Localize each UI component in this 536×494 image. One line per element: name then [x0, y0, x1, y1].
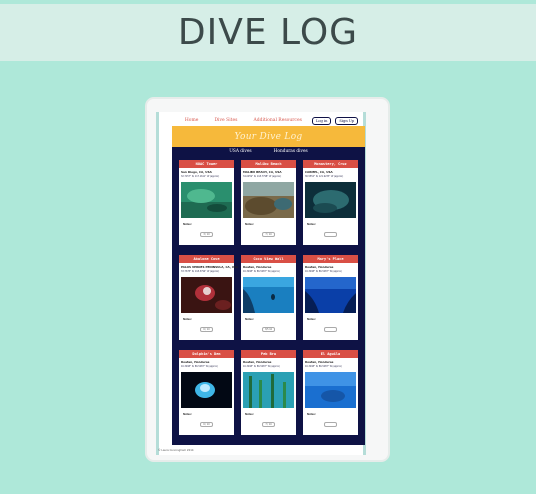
card-header: Abalone Cove — [179, 255, 234, 263]
card-coordinates: 16.3298° N, 86.5287° W (approx) — [243, 365, 280, 368]
card-notes-label: Notes: — [245, 413, 254, 416]
tablet-screen: Home Dive Sites Additional Resources Log… — [156, 112, 366, 455]
card-location: Roatan, Honduras — [305, 360, 334, 364]
card-coordinates: 36.5552° N, 121.9233° W (approx) — [305, 175, 344, 178]
dive-photo — [243, 182, 294, 218]
dive-card[interactable]: Mary's Place Roatan, Honduras 16.3298° N… — [303, 255, 358, 340]
card-rating: 6 / 10 — [200, 422, 213, 427]
card-coordinates: 16.3298° N, 86.5287° W (approx) — [243, 270, 280, 273]
card-coordinates: 34.0259° N, 118.7798° W (approx) — [243, 175, 282, 178]
card-notes-label: Notes: — [245, 318, 254, 321]
card-title: Monastery, Cruz — [314, 162, 347, 166]
card-coordinates: 16.3298° N, 86.5287° W (approx) — [305, 270, 342, 273]
card-title: Abalone Cove — [193, 257, 220, 261]
card-notes-label: Notes: — [183, 223, 192, 226]
card-notes-label: Notes: — [307, 318, 316, 321]
card-header: Monastery, Cruz — [303, 160, 358, 168]
card-title: El Aguila — [320, 352, 341, 356]
card-title: NOAC Tower — [195, 162, 218, 166]
card-notes-label: Notes: — [183, 318, 192, 321]
card-header: NOAC Tower — [179, 160, 234, 168]
card-header: Peb Bra — [241, 350, 296, 358]
page-title: DIVE LOG — [177, 12, 359, 53]
card-notes-label: Notes: — [245, 223, 254, 226]
nav-link-dive-sites[interactable]: Dive Sites — [214, 118, 237, 123]
dive-photo — [305, 277, 356, 313]
card-rating — [324, 232, 337, 237]
dive-photo — [243, 277, 294, 313]
card-title: Coco View Wall — [253, 257, 284, 261]
card-rating: 6 / 10 — [200, 327, 213, 332]
card-rating — [324, 327, 337, 332]
nav-link-additional-resources[interactable]: Additional Resources — [253, 118, 301, 123]
card-location: MALIBU BEACH, CA, USA — [243, 170, 282, 174]
card-header: Malibu Beach — [241, 160, 296, 168]
card-location: Roatan, Honduras — [305, 265, 334, 269]
dive-grid-panel: USA dives Honduras dives NOAC Tower San … — [172, 147, 365, 445]
card-location: Roatan, Honduras — [243, 265, 272, 269]
signup-button[interactable]: Sign Up — [335, 116, 359, 125]
dive-card[interactable]: Monastery, Cruz CARMEL, CA, USA 36.5552°… — [303, 160, 358, 245]
card-header: El Aguila — [303, 350, 358, 358]
banner: Your Dive Log — [172, 126, 365, 147]
card-header: Coco View Wall — [241, 255, 296, 263]
card-coordinates: 16.3298° N, 86.5287° W (approx) — [305, 365, 342, 368]
card-coordinates: 16.3298° N, 86.5287° W (approx) — [181, 365, 218, 368]
card-title: Malibu Beach — [255, 162, 282, 166]
dive-photo — [181, 277, 232, 313]
card-coordinates: 33.7378° N, 118.3794° W (approx) — [181, 270, 220, 273]
dive-card[interactable]: El Aguila Roatan, Honduras 16.3298° N, 8… — [303, 350, 358, 435]
card-title: Peb Bra — [260, 352, 277, 356]
dive-card[interactable]: Malibu Beach MALIBU BEACH, CA, USA 34.02… — [241, 160, 296, 245]
card-notes-label: Notes: — [307, 223, 316, 226]
left-edge-line — [156, 112, 159, 455]
dive-card[interactable]: Peb Bra Roatan, Honduras 16.3298° N, 86.… — [241, 350, 296, 435]
tab-honduras-dives[interactable]: Honduras dives — [274, 149, 308, 159]
card-header: Dolphin's Den — [179, 350, 234, 358]
dive-photo — [243, 372, 294, 408]
dive-card[interactable]: Abalone Cove PALOS VERDES PENINSULA, CA,… — [179, 255, 238, 340]
dive-tabs: USA dives Honduras dives — [172, 149, 365, 159]
card-rating: 3 / 10 — [200, 232, 213, 237]
top-nav: Home Dive Sites Additional Resources Log… — [172, 115, 365, 126]
card-location: San Diego, CA, USA — [181, 170, 212, 174]
dive-photo — [181, 372, 232, 408]
card-coordinates: 32.7157° N, 117.1611° W (approx) — [181, 175, 220, 178]
nav-link-home[interactable]: Home — [185, 118, 199, 123]
dive-photo — [305, 372, 356, 408]
card-rating: 3/5 10 — [262, 327, 275, 332]
banner-title: Your Dive Log — [234, 131, 303, 142]
dive-photo — [181, 182, 232, 218]
footer-copyright: © Laura Cunningham 2014 — [158, 449, 194, 452]
dive-photo — [305, 182, 356, 218]
card-title: Dolphin's Den — [192, 352, 221, 356]
card-location: Roatan, Honduras — [181, 360, 210, 364]
card-notes-label: Notes: — [183, 413, 192, 416]
card-header: Mary's Place — [303, 255, 358, 263]
login-button[interactable]: Log in — [311, 116, 332, 125]
card-location: CARMEL, CA, USA — [305, 170, 333, 174]
tab-usa-dives[interactable]: USA dives — [229, 149, 251, 159]
dive-card[interactable]: Coco View Wall Roatan, Honduras 16.3298°… — [241, 255, 296, 340]
card-title: Mary's Place — [317, 257, 344, 261]
card-rating: 7 / 10 — [262, 232, 275, 237]
card-location: PALOS VERDES PENINSULA, CA, USA — [181, 265, 239, 269]
card-rating — [324, 422, 337, 427]
card-rating: 7 / 10 — [262, 422, 275, 427]
dive-card[interactable]: Dolphin's Den Roatan, Honduras 16.3298° … — [179, 350, 234, 435]
dive-card[interactable]: NOAC Tower San Diego, CA, USA 32.7157° N… — [179, 160, 234, 245]
card-notes-label: Notes: — [307, 413, 316, 416]
card-location: Roatan, Honduras — [243, 360, 272, 364]
